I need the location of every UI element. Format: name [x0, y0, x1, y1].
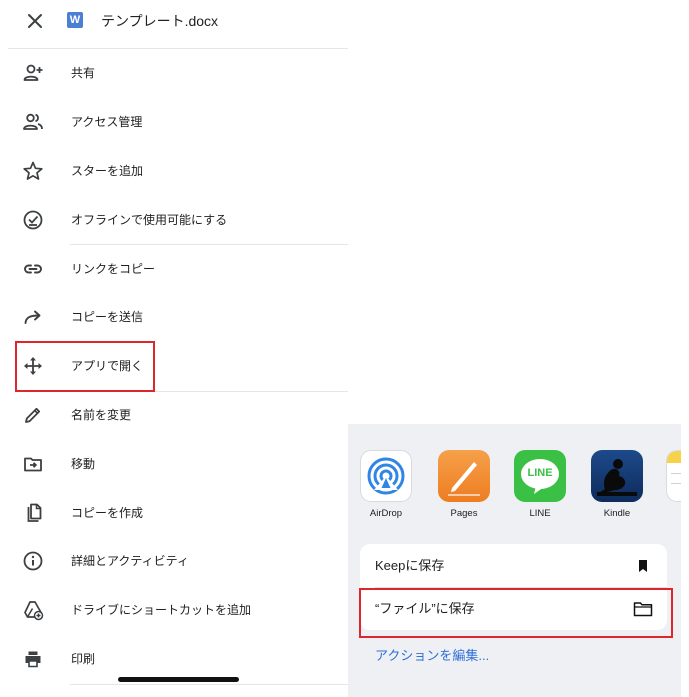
notes-icon [666, 450, 681, 502]
action-save-to-keep[interactable]: Keepに保存 [360, 544, 667, 588]
app-label: AirDrop [369, 508, 403, 519]
menu-item-label: アクセス管理 [71, 115, 143, 130]
word-file-icon: W [67, 12, 83, 28]
file-title: テンプレート.docx [101, 13, 219, 29]
drive-shortcut-icon [22, 599, 44, 621]
bookmark-icon [633, 557, 653, 575]
share-app-kindle[interactable]: Kindle [587, 450, 647, 520]
highlight-box [359, 588, 673, 638]
menu-item-label: 共有 [71, 66, 96, 81]
person-add-icon [22, 62, 44, 84]
menu-item-offline[interactable]: オフラインで使用可能にする [0, 195, 348, 244]
share-apps-row: AirDrop Pages LINE LINE Kindle [348, 424, 681, 524]
copy-icon [22, 502, 44, 524]
menu-item-label: コピーを作成 [71, 505, 144, 520]
share-sheet: AirDrop Pages LINE LINE Kindle Keepに保存 “… [348, 424, 681, 697]
menu-item-add-star[interactable]: スターを追加 [0, 147, 348, 196]
menu-item-label: オフラインで使用可能にする [71, 212, 228, 227]
info-icon [22, 550, 44, 572]
app-label: Pages [450, 508, 478, 519]
menu-divider [70, 244, 348, 246]
edit-actions-link[interactable]: アクションを編集... [375, 647, 489, 665]
pencil-icon [22, 404, 44, 426]
offline-check-icon [22, 209, 44, 231]
kindle-icon [591, 450, 643, 502]
app-label: Kindle [603, 508, 631, 519]
menu-header: W テンプレート.docx [0, 0, 348, 46]
share-app-pages[interactable]: Pages [434, 450, 494, 520]
menu-item-rename[interactable]: 名前を変更 [0, 390, 348, 440]
menu-item-label: ドライブにショートカットを追加 [71, 603, 252, 618]
menu-divider [70, 684, 348, 685]
share-arrow-icon [22, 306, 44, 328]
menu-item-add-shortcut[interactable]: ドライブにショートカットを追加 [0, 586, 348, 635]
action-label: Keepに保存 [375, 557, 445, 573]
menu-item-manage-access[interactable]: アクセス管理 [0, 98, 348, 147]
app-label: LINE [529, 508, 551, 519]
menu-item-copy-link[interactable]: リンクをコピー [0, 244, 348, 293]
home-indicator [118, 677, 239, 682]
file-actions-menu: W テンプレート.docx 共有 アクセス管理 スターを追加 オフラインで使用可… [0, 0, 348, 697]
close-icon[interactable] [24, 10, 46, 32]
share-app-notes[interactable] [662, 450, 681, 508]
menu-item-send-copy[interactable]: コピーを送信 [0, 293, 348, 342]
star-icon [22, 160, 44, 182]
highlight-box [15, 341, 155, 392]
menu-item-label: 移動 [71, 456, 96, 471]
menu-item-make-copy[interactable]: コピーを作成 [0, 488, 348, 537]
menu-item-move[interactable]: 移動 [0, 439, 348, 488]
line-icon: LINE [514, 450, 566, 502]
menu-item-label: 詳細とアクティビティ [71, 554, 189, 569]
share-app-airdrop[interactable]: AirDrop [356, 450, 416, 520]
line-logo-text: LINE [527, 467, 553, 479]
move-folder-icon [22, 453, 44, 475]
print-icon [22, 648, 44, 670]
menu-item-label: コピーを送信 [71, 310, 144, 325]
menu-item-label: リンクをコピー [71, 261, 156, 276]
menu-item-details[interactable]: 詳細とアクティビティ [0, 537, 348, 586]
menu-item-label: スターを追加 [71, 163, 144, 178]
pages-icon [438, 450, 490, 502]
link-icon [22, 258, 44, 280]
people-icon [22, 111, 44, 133]
menu-item-share[interactable]: 共有 [0, 49, 348, 98]
menu-item-label: 名前を変更 [71, 407, 132, 422]
menu-item-label: 印刷 [71, 651, 96, 666]
share-app-line[interactable]: LINE LINE [510, 450, 570, 520]
airdrop-icon [360, 450, 412, 502]
